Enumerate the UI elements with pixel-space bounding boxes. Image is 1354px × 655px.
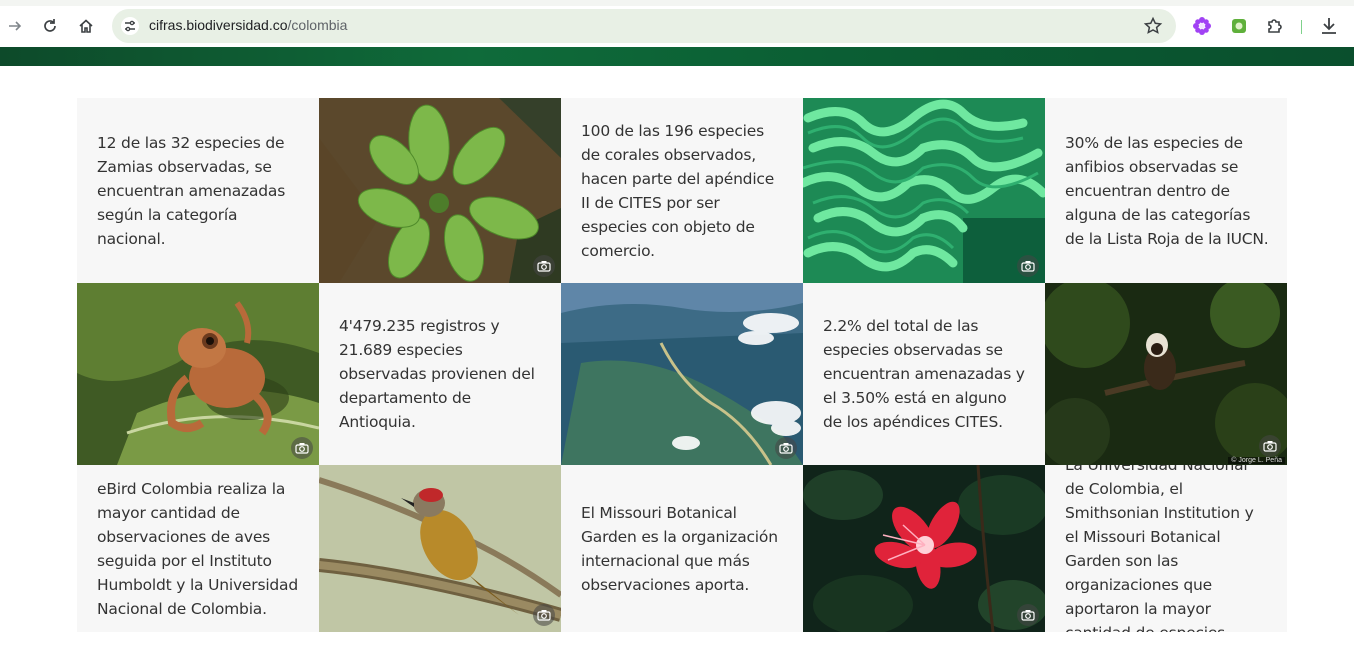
url-text[interactable]: cifras.biodiversidad.co/colombia <box>149 17 347 33</box>
photo-tree-frog[interactable] <box>77 283 319 465</box>
extensions-puzzle-icon[interactable] <box>1263 14 1287 38</box>
toolbar-separator <box>1301 20 1302 34</box>
camera-icon[interactable] <box>533 604 555 626</box>
stat-card-text: 30% de las especies de anfibios observad… <box>1065 133 1269 248</box>
photo-passion-flower[interactable] <box>803 465 1045 632</box>
stat-card-text: 2.2% del total de las especies observada… <box>823 317 1025 431</box>
stat-card-antioquia: 4'479.235 registros y 21.689 especies ob… <box>319 283 561 465</box>
stat-card-organizaciones: La Universidad Nacional de Colombia, el … <box>1045 465 1287 632</box>
tree-frog-image <box>77 283 319 465</box>
forward-icon[interactable] <box>0 12 30 40</box>
url-path: /colombia <box>287 17 348 33</box>
stats-grid: 12 de las 32 especies de Zamias observad… <box>77 98 1287 632</box>
camera-icon[interactable] <box>1017 255 1039 277</box>
reload-icon[interactable] <box>35 12 65 40</box>
aerial-valley-image <box>561 283 803 465</box>
photo-aerial-valley[interactable] <box>561 283 803 465</box>
camera-icon[interactable] <box>533 255 555 277</box>
stat-card-text: El Missouri Botanical Garden es la organ… <box>581 503 778 594</box>
stat-card-missouri: El Missouri Botanical Garden es la organ… <box>561 465 803 632</box>
url-host: cifras.biodiversidad.co <box>149 17 288 33</box>
browser-toolbar: cifras.biodiversidad.co/colombia <box>0 6 1354 47</box>
stat-card-anfibios: 30% de las especies de anfibios observad… <box>1045 98 1287 283</box>
address-bar[interactable]: cifras.biodiversidad.co/colombia <box>112 9 1176 43</box>
camera-icon[interactable] <box>775 437 797 459</box>
camera-icon[interactable] <box>291 437 313 459</box>
camera-icon[interactable] <box>1017 604 1039 626</box>
stat-card-text: 12 de las 32 especies de Zamias observad… <box>97 133 286 248</box>
download-icon[interactable] <box>1317 14 1341 38</box>
stat-card-amenazadas: 2.2% del total de las especies observada… <box>803 283 1045 465</box>
stat-card-zamias: 12 de las 32 especies de Zamias observad… <box>77 98 319 283</box>
stat-card-text: 4'479.235 registros y 21.689 especies ob… <box>339 317 535 431</box>
extension-green-icon[interactable] <box>1227 14 1251 38</box>
photo-woodpecker[interactable] <box>319 465 561 632</box>
photo-credit: © Jorge L. Peña <box>1228 457 1285 464</box>
camera-icon[interactable] <box>1259 435 1281 457</box>
site-header-banner <box>0 47 1354 66</box>
stat-card-corales: 100 de las 196 especies de corales obser… <box>561 98 803 283</box>
passion-flower-image <box>803 465 1045 632</box>
stat-card-text: eBird Colombia realiza la mayor cantidad… <box>97 479 298 618</box>
photo-zamia-plant[interactable] <box>319 98 561 283</box>
tamarin-image <box>1045 283 1287 465</box>
photo-tamarin[interactable]: © Jorge L. Peña <box>1045 283 1287 465</box>
site-info-icon[interactable] <box>120 16 140 36</box>
extension-flower-icon[interactable] <box>1190 14 1214 38</box>
woodpecker-image <box>319 465 561 632</box>
brain-coral-image <box>803 98 1045 283</box>
stat-card-text: La Universidad Nacional de Colombia, el … <box>1065 465 1254 632</box>
zamia-plant-image <box>319 98 561 283</box>
bookmark-star-icon[interactable] <box>1142 15 1164 37</box>
home-icon[interactable] <box>71 12 101 40</box>
photo-brain-coral[interactable] <box>803 98 1045 283</box>
stat-card-ebird: eBird Colombia realiza la mayor cantidad… <box>77 465 319 632</box>
stat-card-text: 100 de las 196 especies de corales obser… <box>581 121 775 260</box>
